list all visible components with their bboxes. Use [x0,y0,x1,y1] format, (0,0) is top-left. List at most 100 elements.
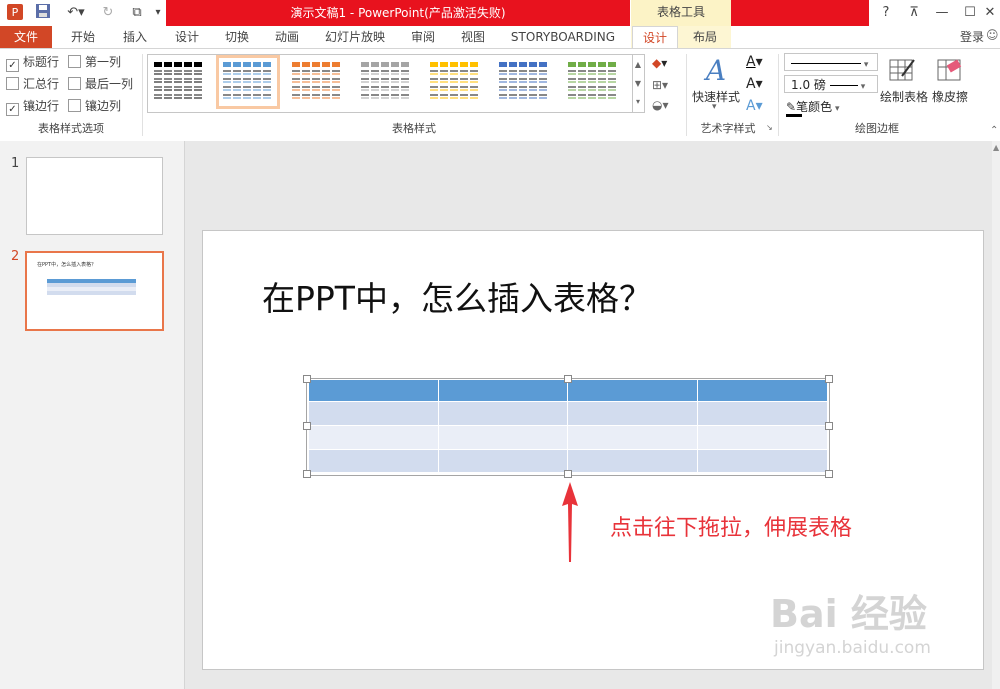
draw-table-label[interactable]: 绘制表格 [878,88,930,105]
thumb-title: 在PPT中，怎么插入表格？ [37,262,97,268]
text-effects-icon[interactable]: A▾ [746,98,772,116]
table-cell[interactable] [568,426,698,450]
table-style-thumb[interactable] [426,58,484,106]
effects-icon[interactable]: ◒▾ [652,98,680,114]
resize-handle[interactable] [303,375,311,383]
table-cell[interactable] [697,402,827,426]
table-cell[interactable] [309,450,439,473]
wordart-quick-styles-icon[interactable]: A [700,54,736,88]
table-style-thumb[interactable] [150,58,208,106]
checkbox-unchecked-icon [68,99,81,112]
redo-icon[interactable]: ↻ [98,3,118,23]
pen-style-dropdown[interactable]: ▾ [784,53,878,71]
banded-rows-checkbox[interactable]: ✓ 镶边行 [6,97,59,116]
minimize-button[interactable]: — [928,0,956,26]
gallery-down-icon[interactable]: ▼ [632,74,644,93]
title-bar-red-right [731,0,869,26]
slide-thumbnail-2[interactable]: 在PPT中，怎么插入表格？ [25,251,164,331]
table-header-cell[interactable] [697,380,827,402]
dialog-launcher-icon[interactable]: ↘ [766,123,773,132]
resize-handle[interactable] [303,422,311,430]
draw-borders-group-label: 绘图边框 [855,122,899,135]
table-style-thumb[interactable] [216,55,280,109]
vertical-scrollbar[interactable] [992,141,1000,689]
slide-thumbnail-1[interactable] [26,157,163,235]
slide-table[interactable] [309,380,827,473]
tab-home[interactable]: 开始 [60,26,106,48]
tab-storyboarding[interactable]: STORYBOARDING [504,26,622,48]
group-separator [686,54,687,136]
table-cell[interactable] [568,450,698,473]
ribbon-display-options-button[interactable]: ⊼ [900,0,928,26]
first-column-checkbox[interactable]: 第一列 [68,53,121,71]
resize-handle[interactable] [564,375,572,383]
table-tools-context-header: 表格工具 [631,0,731,26]
table-cell[interactable] [438,426,568,450]
tab-transitions[interactable]: 切换 [214,26,260,48]
collapse-ribbon-icon[interactable]: ⌃ [990,125,998,136]
tab-file[interactable]: 文件 [0,26,52,48]
table-style-thumb[interactable] [564,58,622,106]
gallery-more-icon[interactable]: ▾ [632,93,644,110]
quick-styles-dropdown-icon[interactable]: ▾ [712,102,717,112]
banded-columns-checkbox[interactable]: 镶边列 [68,97,121,115]
table-header-cell[interactable] [568,380,698,402]
table-style-thumb[interactable] [357,58,415,106]
table-cell[interactable] [438,450,568,473]
tab-insert[interactable]: 插入 [112,26,158,48]
resize-handle[interactable] [825,375,833,383]
tab-review[interactable]: 审阅 [400,26,446,48]
header-row-checkbox[interactable]: ✓ 标题行 [6,53,59,72]
table-cell[interactable] [309,426,439,450]
gallery-up-icon[interactable]: ▲ [632,55,644,74]
scroll-up-icon[interactable]: ▲ [993,143,999,152]
gallery-scroll[interactable]: ▲ ▼ ▾ [632,54,645,113]
table-cell[interactable] [438,402,568,426]
resize-handle[interactable] [825,470,833,478]
table-cell[interactable] [697,450,827,473]
table-cell[interactable] [568,402,698,426]
slide-number-2: 2 [11,249,20,264]
save-icon[interactable] [32,3,54,23]
account-icon[interactable]: ☺ [986,28,999,46]
checkbox-unchecked-icon [68,55,81,68]
eraser-icon[interactable] [936,56,966,86]
text-outline-icon[interactable]: A▾ [746,76,772,94]
slideshow-start-icon[interactable]: ⧉ [126,3,148,23]
annotation-text: 点击往下拖拉，伸展表格 [610,516,853,541]
tab-table-layout[interactable]: 布局 [682,26,728,48]
pen-weight-dropdown[interactable]: 1.0 磅 ▾ [784,75,878,93]
undo-icon[interactable]: ↶▾ [62,3,90,23]
table-style-options-group-label: 表格样式选项 [38,122,104,135]
customize-qat-icon[interactable]: ▾ [152,3,164,23]
thumb-table-row [47,291,136,295]
resize-handle-bottom[interactable] [564,470,572,478]
tab-animations[interactable]: 动画 [264,26,310,48]
table-cell[interactable] [697,426,827,450]
last-column-checkbox[interactable]: 最后一列 [68,75,133,93]
baidu-watermark: Bai 经验 jingyan.baidu.com [770,583,931,658]
table-style-thumb[interactable] [495,58,553,106]
tab-slideshow[interactable]: 幻灯片放映 [318,26,392,48]
text-fill-icon[interactable]: A▾ [746,54,772,72]
svg-text:A: A [703,54,726,86]
borders-icon[interactable]: ⊞▾ [652,78,680,94]
draw-table-icon[interactable] [888,56,918,86]
resize-handle[interactable] [825,422,833,430]
slide-title[interactable]: 在PPT中，怎么插入表格？ [262,272,652,320]
eraser-label[interactable]: 橡皮擦 [930,88,970,105]
table-style-thumb[interactable] [288,58,346,106]
svg-text:P: P [12,6,19,19]
tab-design[interactable]: 设计 [164,26,210,48]
tab-view[interactable]: 视图 [450,26,496,48]
resize-handle[interactable] [303,470,311,478]
total-row-checkbox[interactable]: 汇总行 [6,75,59,93]
table-cell[interactable] [309,402,439,426]
table-header-cell[interactable] [438,380,568,402]
table-header-cell[interactable] [309,380,439,402]
close-button[interactable]: ✕ [980,0,1000,26]
help-button[interactable]: ? [872,0,900,26]
checkbox-unchecked-icon [6,77,19,90]
shading-icon[interactable]: ◆▾ [652,56,680,72]
tab-table-design[interactable]: 设计 [632,26,678,49]
